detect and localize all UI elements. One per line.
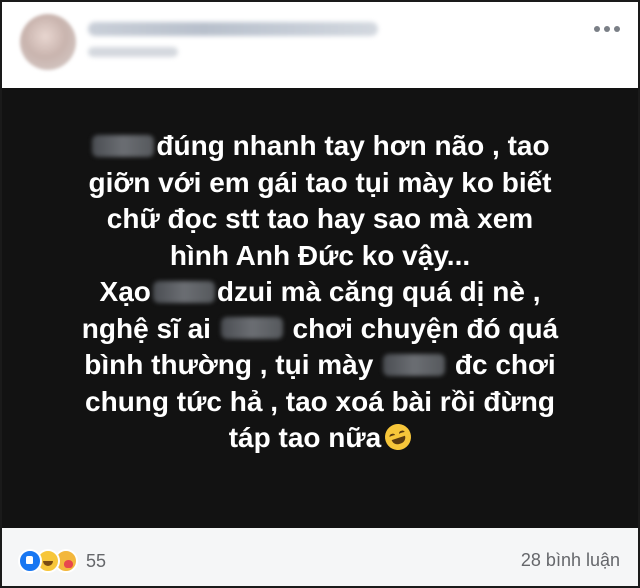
author-name-blurred[interactable] [88, 22, 378, 36]
post-line-7: bình thường , tụi mày đc chơi [84, 349, 556, 380]
avatar[interactable] [20, 14, 76, 70]
post-line-5: Xạo dzui mà căng quá dị nè , [99, 276, 541, 307]
post-body: đúng nhanh tay hơn não , tao giỡn với em… [2, 88, 638, 528]
post-line-8: chung tức hả , tao xoá bài rồi đừng [85, 385, 555, 417]
censor-blur [220, 317, 283, 340]
post-line-4: hình Anh Đức ko vậy... [169, 239, 471, 271]
post-line-9: táp tao nữa [42, 420, 598, 457]
comment-count[interactable]: 28 bình luận [521, 550, 620, 571]
post-header [2, 2, 638, 88]
post-footer: 55 28 bình luận [2, 528, 638, 586]
post-line-2: giỡn với em gái tao tụi mày ko biết [88, 166, 552, 198]
post-line-6: nghệ sĩ ai chơi chuyện đó quá [81, 312, 559, 344]
more-options-icon[interactable] [594, 24, 620, 34]
post-text: đúng nhanh tay hơn não , tao giỡn với em… [42, 128, 598, 457]
rolling-on-floor-laughing-icon [381, 420, 415, 453]
reactions-summary[interactable]: 55 [18, 549, 106, 573]
censor-blur [92, 134, 155, 157]
censor-blur [383, 353, 446, 376]
censor-blur [152, 280, 215, 303]
reaction-count[interactable]: 55 [86, 551, 106, 572]
post-line-1: đúng nhanh tay hơn não , tao [42, 128, 598, 165]
post-line-3: chữ đọc stt tao hay sao mà xem [106, 203, 534, 234]
like-icon [18, 549, 42, 573]
post-meta-blurred [88, 47, 178, 57]
